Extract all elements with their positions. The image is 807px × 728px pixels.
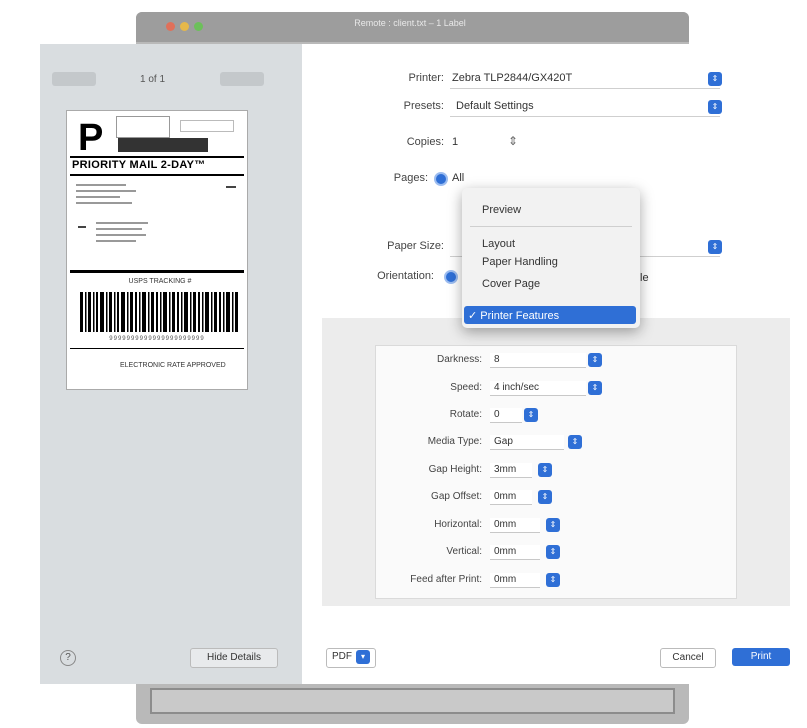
vertical-popup-arrows-icon[interactable]: ⇕ bbox=[546, 545, 560, 559]
orientation-portrait-radio-icon[interactable] bbox=[444, 270, 458, 284]
printer-popup-arrows-icon[interactable]: ⇕ bbox=[708, 72, 722, 86]
media-type-label: Media Type: bbox=[427, 436, 482, 447]
menu-item-cover-page[interactable]: Cover Page bbox=[482, 278, 540, 290]
cancel-button[interactable]: Cancel bbox=[660, 648, 716, 668]
label-ship-to-mark bbox=[78, 226, 86, 228]
vertical-popup[interactable]: 0mm bbox=[490, 545, 540, 560]
orientation-option-text: le bbox=[640, 272, 649, 284]
zoom-dot-icon[interactable] bbox=[194, 22, 203, 31]
speed-popup-arrows-icon[interactable]: ⇕ bbox=[588, 381, 602, 395]
label-header-bar bbox=[118, 138, 208, 152]
feed-after-print-popup[interactable]: 0mm bbox=[490, 573, 540, 588]
label-postage-info bbox=[180, 120, 234, 132]
horizontal-label: Horizontal: bbox=[434, 519, 482, 530]
label-rule bbox=[70, 156, 244, 158]
label-rule bbox=[70, 348, 244, 349]
orientation-label: Orientation: bbox=[377, 270, 434, 282]
previous-page-button[interactable] bbox=[52, 72, 96, 86]
menu-separator bbox=[470, 226, 632, 227]
gap-offset-label: Gap Offset: bbox=[431, 491, 482, 502]
horizontal-popup[interactable]: 0mm bbox=[490, 518, 540, 533]
horizontal-popup-arrows-icon[interactable]: ⇕ bbox=[546, 518, 560, 532]
label-from-line bbox=[76, 196, 120, 198]
copies-field[interactable]: 1 bbox=[452, 136, 472, 148]
gap-height-popup-arrows-icon[interactable]: ⇕ bbox=[538, 463, 552, 477]
label-from-line bbox=[76, 202, 132, 204]
menu-item-layout[interactable]: Layout bbox=[482, 238, 515, 250]
label-postage-stamp bbox=[116, 116, 170, 138]
presets-label: Presets: bbox=[403, 100, 444, 112]
gap-height-popup[interactable]: 3mm bbox=[490, 463, 532, 478]
label-class-letter: P bbox=[78, 117, 104, 159]
media-type-popup[interactable]: Gap bbox=[490, 435, 564, 450]
vertical-label: Vertical: bbox=[446, 546, 482, 557]
paper-size-popup-arrows-icon[interactable]: ⇕ bbox=[708, 240, 722, 254]
gap-offset-popup-arrows-icon[interactable]: ⇕ bbox=[538, 490, 552, 504]
printer-popup[interactable]: Zebra TLP2844/GX420T bbox=[452, 72, 572, 84]
close-dot-icon[interactable] bbox=[166, 22, 175, 31]
copies-stepper-icon[interactable]: ⇕ bbox=[508, 134, 518, 148]
presets-popup-underline bbox=[450, 116, 720, 117]
help-icon[interactable]: ? bbox=[60, 650, 76, 666]
darkness-popup-arrows-icon[interactable]: ⇕ bbox=[588, 353, 602, 367]
menu-item-paper-handling[interactable]: Paper Handling bbox=[482, 256, 558, 268]
background-window-bottom bbox=[150, 688, 675, 714]
label-service-name: PRIORITY MAIL 2-DAY™ bbox=[72, 159, 206, 171]
copies-label: Copies: bbox=[406, 136, 444, 148]
page-indicator: 1 of 1 bbox=[140, 74, 166, 85]
label-from-line bbox=[76, 184, 126, 186]
pdf-menu-label: PDF bbox=[332, 651, 352, 662]
minimize-dot-icon[interactable] bbox=[180, 22, 189, 31]
speed-label: Speed: bbox=[450, 382, 482, 393]
printer-popup-underline bbox=[450, 88, 720, 89]
gap-height-label: Gap Height: bbox=[428, 464, 482, 475]
hide-details-button[interactable]: Hide Details bbox=[190, 648, 278, 668]
label-footer-text: ELECTRONIC RATE APPROVED bbox=[120, 362, 226, 369]
rotate-popup[interactable]: 0 bbox=[490, 408, 522, 423]
pages-all-radio-icon[interactable] bbox=[434, 172, 448, 186]
media-type-popup-arrows-icon[interactable]: ⇕ bbox=[568, 435, 582, 449]
speed-popup[interactable]: 4 inch/sec bbox=[490, 381, 586, 396]
pdf-menu-arrow-icon[interactable]: ▾ bbox=[356, 650, 370, 664]
rotate-popup-arrows-icon[interactable]: ⇕ bbox=[524, 408, 538, 422]
label-mark bbox=[226, 186, 236, 188]
label-to-line bbox=[96, 228, 142, 230]
window-title: Remote : client.txt – 1 Label bbox=[354, 18, 466, 28]
label-to-line bbox=[96, 240, 136, 242]
menu-item-printer-features-label: ✓ Printer Features bbox=[468, 310, 560, 322]
label-to-line bbox=[96, 234, 146, 236]
label-tracking-title: USPS TRACKING # bbox=[128, 278, 192, 285]
presets-popup[interactable]: Default Settings bbox=[456, 100, 534, 112]
print-button[interactable]: Print bbox=[732, 648, 790, 666]
label-tracking-number: 9999999999999999999999 bbox=[109, 336, 205, 342]
darkness-label: Darkness: bbox=[436, 354, 482, 365]
paper-size-label: Paper Size: bbox=[387, 240, 444, 252]
pages-all-label: All bbox=[452, 172, 465, 184]
feed-after-print-popup-arrows-icon[interactable]: ⇕ bbox=[546, 573, 560, 587]
barcode bbox=[80, 292, 238, 332]
menu-item-preview[interactable]: Preview bbox=[482, 204, 521, 216]
label-to-line bbox=[96, 222, 148, 224]
label-from-line bbox=[76, 190, 136, 192]
darkness-popup[interactable]: 8 bbox=[490, 353, 586, 368]
rotate-label: Rotate: bbox=[449, 409, 482, 420]
label-rule bbox=[70, 174, 244, 176]
feed-after-print-label: Feed after Print: bbox=[410, 574, 482, 585]
label-rule bbox=[70, 270, 244, 273]
printer-label: Printer: bbox=[408, 72, 444, 84]
next-page-button[interactable] bbox=[220, 72, 264, 86]
pages-label: Pages: bbox=[393, 172, 428, 184]
presets-popup-arrows-icon[interactable]: ⇕ bbox=[708, 100, 722, 114]
gap-offset-popup[interactable]: 0mm bbox=[490, 490, 532, 505]
